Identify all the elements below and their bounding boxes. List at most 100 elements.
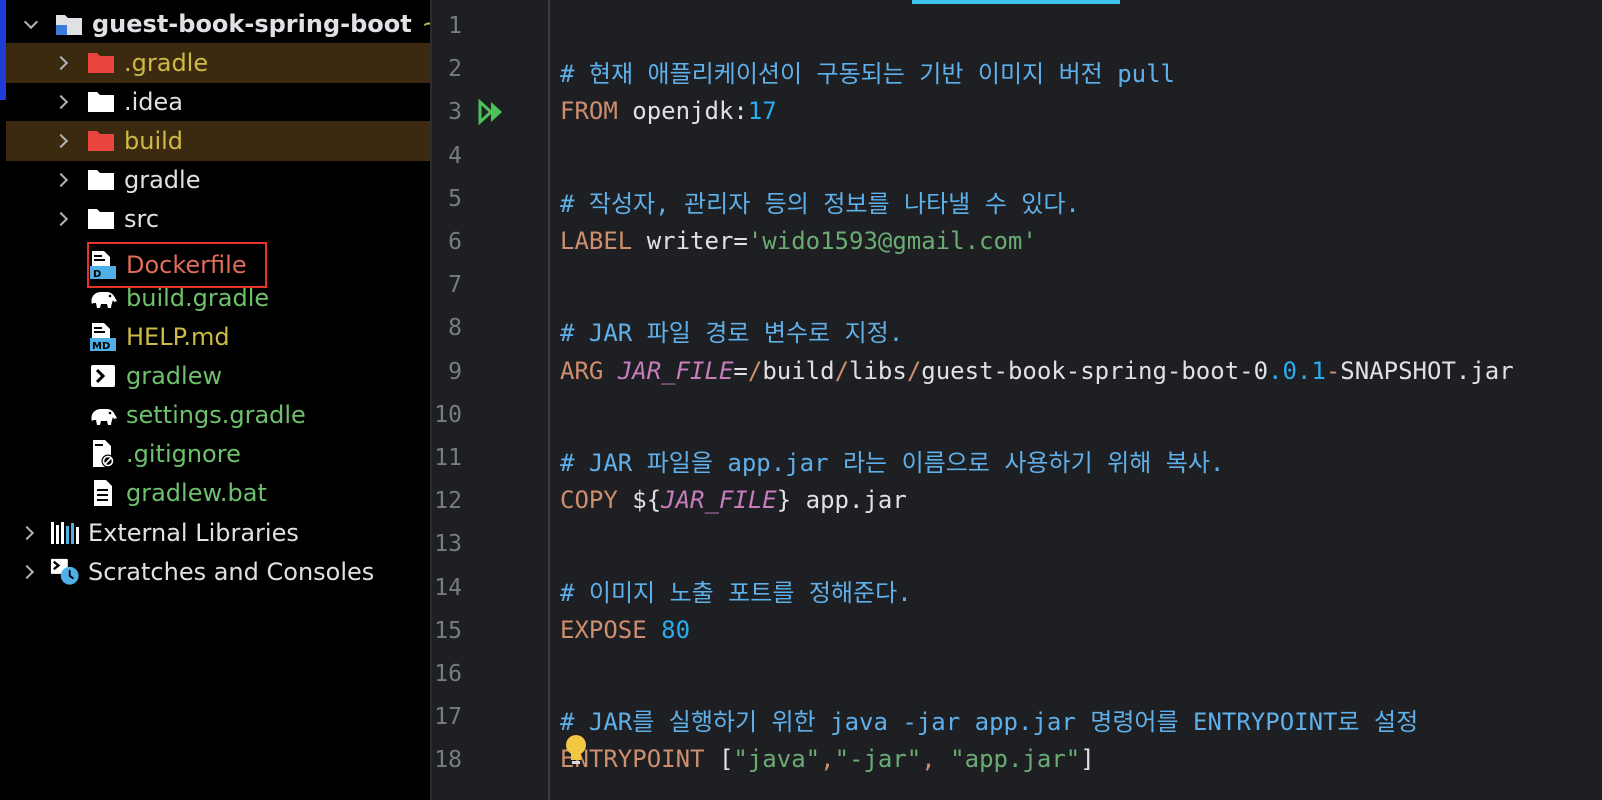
chevron-right-icon[interactable] — [19, 564, 35, 580]
code-token: openjdk: — [617, 97, 748, 126]
code-token: "app.jar" — [950, 745, 1081, 774]
line-number[interactable]: 5 — [432, 186, 462, 212]
code-text: ENTRYPOINT ["java","-jar", "app.jar"] — [560, 745, 1095, 773]
selection-highlight-box — [87, 242, 267, 288]
tree-item-folder-gradle-cache[interactable]: .gradle — [6, 43, 430, 83]
code-line[interactable]: 7 — [432, 264, 1602, 308]
tree-item-external-libraries[interactable]: External Libraries — [6, 513, 430, 553]
chevron-right-icon[interactable] — [53, 211, 69, 227]
code-line[interactable]: 12 COPY ${JAR_FILE} app.jar — [432, 480, 1602, 524]
code-line[interactable]: 6 LABEL writer='wido1593@gmail.com' — [432, 221, 1602, 265]
code-token: libs — [849, 356, 907, 385]
line-number[interactable]: 14 — [432, 575, 462, 601]
tree-item-folder-idea[interactable]: .idea — [6, 82, 430, 122]
library-icon — [50, 518, 80, 548]
line-number[interactable]: 16 — [432, 661, 462, 687]
code-token: / — [747, 356, 763, 385]
line-number[interactable]: 4 — [432, 143, 462, 169]
tree-item-file-gradlew-bat[interactable]: gradlew.bat — [6, 473, 430, 513]
code-line[interactable]: 4 — [432, 135, 1602, 179]
tree-item-label: External Libraries — [88, 519, 299, 547]
line-number[interactable]: 15 — [432, 618, 462, 644]
tree-item-label: build.gradle — [126, 284, 270, 312]
code-token: guest-book-spring-boot-0 — [921, 356, 1269, 385]
line-number[interactable]: 12 — [432, 488, 462, 514]
code-token: ${ — [617, 486, 662, 515]
chevron-right-icon[interactable] — [53, 133, 69, 149]
excluded-folder-icon — [86, 48, 116, 78]
code-editor[interactable]: 1 2 # 현재 애플리케이션이 구동되는 기반 이미지 버전 pull 3 FROM … — [432, 0, 1602, 800]
code-line[interactable]: 3 FROM openjdk:17 — [432, 91, 1602, 135]
tree-item-file-gradlew[interactable]: gradlew — [6, 356, 430, 396]
chevron-right-icon[interactable] — [53, 55, 69, 71]
code-line[interactable]: 8 # JAR 파일 경로 변수로 지정. — [432, 307, 1602, 351]
tree-item-file-settings-gradle[interactable]: settings.gradle — [6, 395, 430, 435]
tree-item-folder-gradle[interactable]: gradle — [6, 160, 430, 200]
code-text: EXPOSE 80 — [560, 616, 690, 644]
code-line[interactable]: 1 — [432, 5, 1602, 49]
code-line[interactable]: 17 # JAR를 실행하기 위한 java -jar app.jar 명령어를 … — [432, 696, 1602, 740]
tree-item-label: gradlew.bat — [126, 479, 267, 507]
code-token: / — [834, 356, 850, 385]
line-number[interactable]: 11 — [432, 445, 462, 471]
line-number[interactable]: 18 — [432, 747, 462, 773]
gradle-elephant-icon — [88, 400, 118, 430]
code-text: ARG JAR_FILE=/build/libs/guest-book-spri… — [560, 357, 1514, 385]
code-token: SNAPSHOT.jar — [1340, 356, 1514, 385]
code-line[interactable]: 18 ENTRYPOINT ["java","-jar", "app.jar"] — [432, 735, 1602, 783]
code-line[interactable]: 15 EXPOSE 80 — [432, 610, 1602, 654]
code-line[interactable]: 11 # JAR 파일을 app.jar 라는 이름으로 사용하기 위해 복사. — [432, 437, 1602, 481]
line-number[interactable]: 1 — [432, 13, 462, 39]
code-token: , — [921, 745, 951, 774]
line-number[interactable]: 17 — [432, 704, 462, 730]
line-number[interactable]: 10 — [432, 402, 462, 428]
code-text: LABEL writer='wido1593@gmail.com' — [560, 227, 1037, 255]
code-line[interactable]: 14 # 이미지 노출 포트를 정해준다. — [432, 567, 1602, 611]
code-text: # JAR를 실행하기 위한 java -jar app.jar 명령어를 EN… — [560, 702, 1418, 737]
code-line[interactable]: 13 — [432, 523, 1602, 567]
line-number[interactable]: 8 — [432, 315, 462, 341]
chevron-right-icon[interactable] — [19, 525, 35, 541]
code-text: # 현재 애플리케이션이 구동되는 기반 이미지 버전 pull — [560, 54, 1175, 89]
code-line[interactable]: 10 — [432, 394, 1602, 438]
code-line[interactable]: 2 # 현재 애플리케이션이 구동되는 기반 이미지 버전 pull — [432, 48, 1602, 92]
code-token: [ — [704, 745, 734, 774]
code-line[interactable]: 16 — [432, 653, 1602, 697]
chevron-right-icon[interactable] — [53, 172, 69, 188]
code-line[interactable]: 9 ARG JAR_FILE=/build/libs/guest-book-spr… — [432, 351, 1602, 395]
tree-item-label: HELP.md — [126, 323, 230, 351]
tree-item-scratches[interactable]: Scratches and Consoles — [6, 552, 430, 592]
intention-bulb-icon[interactable] — [564, 733, 588, 767]
code-token: EXPOSE — [560, 615, 647, 644]
tree-item-label: gradle — [124, 166, 201, 194]
tree-root-project[interactable]: guest-book-spring-boot ~ — [6, 4, 430, 44]
line-number[interactable]: 2 — [432, 56, 462, 82]
folder-icon — [86, 165, 116, 195]
tree-item-folder-build[interactable]: build — [6, 121, 430, 161]
chevron-down-icon[interactable] — [23, 14, 39, 30]
folder-icon — [86, 87, 116, 117]
chevron-right-icon[interactable] — [53, 94, 69, 110]
tree-item-label: .idea — [124, 88, 184, 116]
tree-item-folder-src[interactable]: src — [6, 199, 430, 239]
code-text: # 작성자, 관리자 등의 정보를 나타낼 수 있다. — [560, 184, 1080, 219]
line-number[interactable]: 13 — [432, 531, 462, 557]
excluded-folder-icon — [86, 126, 116, 156]
line-number[interactable]: 6 — [432, 229, 462, 255]
code-token: # JAR를 실행하기 위한 java -jar app.jar 명령어를 EN… — [560, 708, 1419, 737]
line-number[interactable]: 7 — [432, 272, 462, 298]
tree-root-label: guest-book-spring-boot — [92, 10, 412, 38]
tree-item-file-gitignore[interactable]: .gitignore — [6, 434, 430, 474]
line-number[interactable]: 3 — [432, 99, 462, 125]
line-number[interactable]: 9 — [432, 359, 462, 385]
tree-item-label: settings.gradle — [126, 401, 306, 429]
active-tab-indicator — [912, 0, 1120, 4]
code-line[interactable]: 5 # 작성자, 관리자 등의 정보를 나타낼 수 있다. — [432, 178, 1602, 222]
tree-item-file-help-md[interactable]: MD HELP.md — [6, 317, 430, 357]
code-token: 17 — [747, 97, 777, 126]
tree-root-path: ~ — [422, 10, 430, 38]
tree-item-label: Scratches and Consoles — [88, 558, 375, 586]
run-gutter-icon[interactable] — [478, 98, 508, 127]
